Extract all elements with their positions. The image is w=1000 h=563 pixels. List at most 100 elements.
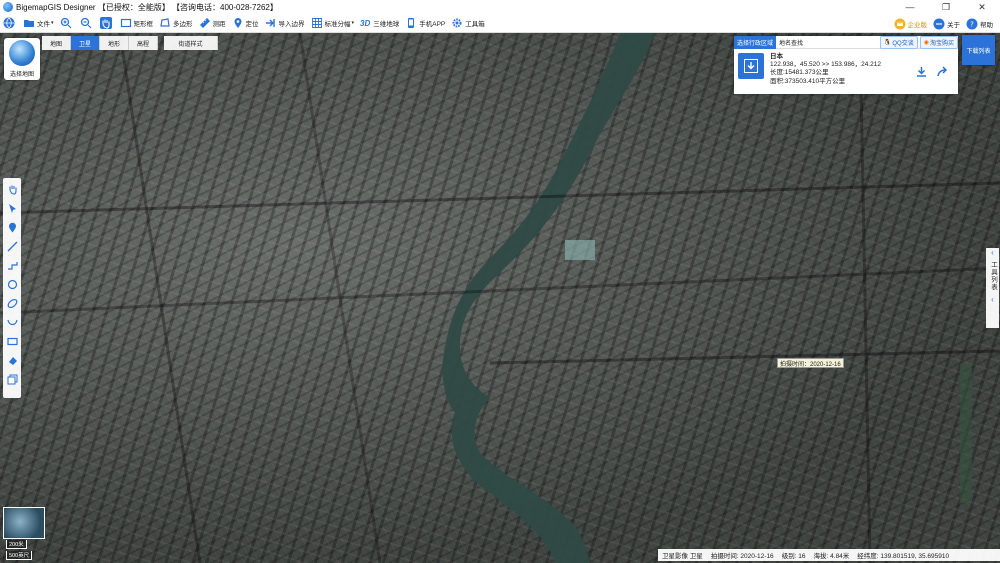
tab-terrain[interactable]: 地形 <box>100 36 129 50</box>
tool-list-strip[interactable]: ‹ 工具列表 ‹ <box>986 248 999 328</box>
photo-date-tag: 拍摄时间：2020-12-16 <box>777 358 844 368</box>
polygon-select-label: 多边形 <box>173 21 193 28</box>
polygon-select-button[interactable]: 多边形 <box>156 15 196 32</box>
enterprise-button[interactable]: 企业版 <box>891 15 931 32</box>
download-region-icon[interactable] <box>738 53 764 79</box>
contact-buttons: 🐧 QQ交谈 ◉ 淘宝购买 <box>878 35 958 49</box>
info-icon <box>933 18 945 30</box>
arc-tool[interactable] <box>5 314 19 331</box>
minimize-button[interactable]: — <box>892 0 928 14</box>
region-perimeter: 长度:15481.373公里 <box>770 69 829 77</box>
layers-icon <box>7 374 17 385</box>
region-actions <box>916 66 948 79</box>
arc-icon <box>6 319 18 326</box>
zoom-in-button[interactable] <box>57 15 77 32</box>
import-boundary-button[interactable]: 导入边界 <box>262 15 308 32</box>
pan-tool-button[interactable] <box>97 15 117 32</box>
eraser-tool[interactable] <box>5 352 19 369</box>
help-icon: ? <box>966 18 978 30</box>
tab-select-admin-region[interactable]: 选择行政区域 <box>734 35 777 49</box>
crown-icon <box>894 18 906 30</box>
hand-icon <box>8 185 17 195</box>
rect-select-button[interactable]: 矩形框 <box>117 15 157 32</box>
locate-label: 定位 <box>245 21 259 28</box>
polyline-tool[interactable] <box>5 257 19 274</box>
tab-place-search[interactable]: 地名查找 <box>776 36 806 49</box>
river-shape <box>0 33 1000 563</box>
layers-tool[interactable] <box>5 371 19 388</box>
rect-select-label: 矩形框 <box>133 21 154 28</box>
share-icon[interactable] <box>937 66 948 79</box>
rectangle-icon <box>120 17 132 29</box>
file-menu-label: 文件 <box>37 21 50 28</box>
qq-icon: 🐧 <box>883 39 892 46</box>
circle-tool[interactable] <box>5 276 19 293</box>
marker-tool[interactable] <box>5 219 19 236</box>
download-icon[interactable] <box>916 66 927 79</box>
polygon-icon <box>159 17 171 29</box>
enterprise-label: 企业版 <box>907 21 928 29</box>
standard-grid-menu[interactable]: 标准分幅 ▾ <box>308 15 358 32</box>
file-menu[interactable]: 文件 ▾ <box>20 15 57 32</box>
3d-globe-label: 三维地球 <box>373 21 400 28</box>
region-area: 面积:373503.410平方公里 <box>770 77 846 85</box>
download-list-button[interactable]: 下载列表 <box>962 35 995 65</box>
toolbar-right: 企业版 关于 ? 帮助 <box>891 14 997 33</box>
measure-button[interactable]: 测距 <box>196 15 229 32</box>
tab-elevation[interactable]: 高程 <box>129 36 158 50</box>
chevron-left-icon[interactable]: ‹ <box>991 248 994 257</box>
globe-icon <box>3 17 15 29</box>
mobile-app-label: 手机APP <box>419 21 446 28</box>
zoom-in-icon <box>60 17 72 29</box>
window-controls: — ❐ ✕ <box>892 0 1000 14</box>
status-level: 级别: 16 <box>781 553 806 560</box>
help-button[interactable]: ? 帮助 <box>963 15 996 32</box>
status-layer: 卫星影像 卫星 <box>662 553 703 560</box>
globe-menu-button[interactable] <box>0 15 20 32</box>
mobile-app-button[interactable]: 手机APP <box>402 15 448 32</box>
rectangle-icon <box>6 337 18 346</box>
map-pin-icon <box>232 17 244 29</box>
scale-feet: 500英尺 <box>6 551 33 560</box>
minimap[interactable] <box>3 507 45 539</box>
grid-icon <box>311 17 323 29</box>
map-type-tabs: 地图 卫星 地形 高程 街道样式 <box>42 36 218 50</box>
standard-grid-label: 标准分幅 <box>324 21 351 28</box>
line-tool[interactable] <box>5 238 19 255</box>
pointer-tool[interactable] <box>5 200 19 217</box>
3d-icon: 3D <box>360 18 371 28</box>
status-date: 拍摄时间: 2020-12-16 <box>710 553 774 560</box>
circle-icon <box>7 279 17 290</box>
hand-icon <box>99 17 112 29</box>
phone-icon <box>405 17 417 29</box>
satellite-map[interactable] <box>0 33 1000 563</box>
cursor-icon <box>8 204 16 213</box>
select-map-button[interactable]: 选择地图 <box>4 38 40 80</box>
tab-map[interactable]: 地图 <box>42 36 71 50</box>
qq-chat-button[interactable]: 🐧 QQ交谈 <box>879 35 918 49</box>
ellipse-icon <box>7 298 17 309</box>
about-button[interactable]: 关于 <box>930 15 963 32</box>
rectangle-tool[interactable] <box>5 333 19 350</box>
globe-icon <box>9 40 35 66</box>
scale-meters: 200米 <box>6 540 27 549</box>
taobao-buy-button[interactable]: ◉ 淘宝购买 <box>919 35 958 49</box>
tool-list-label: 工具列表 <box>989 261 997 291</box>
pan-tool[interactable] <box>5 181 19 198</box>
ellipse-tool[interactable] <box>5 295 19 312</box>
street-style-button[interactable]: 街道样式 <box>164 36 218 50</box>
app-logo-icon <box>3 2 13 12</box>
chevron-left-icon[interactable]: ‹ <box>991 295 994 304</box>
maximize-button[interactable]: ❐ <box>928 0 964 14</box>
3d-globe-button[interactable]: 3D 三维地球 <box>357 15 402 32</box>
close-button[interactable]: ✕ <box>964 0 1000 14</box>
about-label: 关于 <box>947 21 960 29</box>
region-details: 日本 122.938，45.520 >> 153.986，24.212 长度:1… <box>770 53 881 86</box>
locate-button[interactable]: 定位 <box>229 15 262 32</box>
measure-label: 测距 <box>212 21 226 28</box>
map-pin-icon <box>8 222 16 233</box>
zoom-out-icon <box>80 17 92 29</box>
zoom-out-button[interactable] <box>77 15 97 32</box>
toolbox-button[interactable]: 工具箱 <box>448 15 488 32</box>
tab-satellite[interactable]: 卫星 <box>71 36 100 50</box>
